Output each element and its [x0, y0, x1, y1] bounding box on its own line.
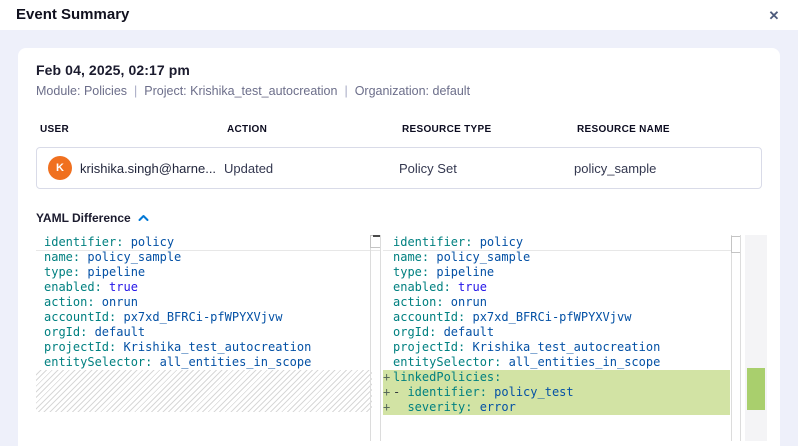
diff-line: identifier: policy	[383, 235, 730, 250]
meta-separator: |	[337, 84, 354, 98]
diff-pane-modified[interactable]: identifier: policyname: policy_sampletyp…	[383, 235, 741, 441]
diff-line: name: policy_sample	[383, 250, 730, 265]
diff-pane-original[interactable]: identifier: policyname: policy_sampletyp…	[36, 235, 381, 441]
modal-body: Feb 04, 2025, 02:17 pm Module: Policies|…	[0, 30, 798, 446]
diff-line: type: pipeline	[36, 265, 369, 280]
yaml-difference-label: YAML Difference	[36, 211, 131, 225]
diff-line-added: + severity: error	[383, 400, 730, 415]
resource-type-cell: Policy Set	[399, 161, 574, 176]
diff-overview-ruler[interactable]	[745, 235, 767, 441]
event-card: Feb 04, 2025, 02:17 pm Module: Policies|…	[18, 48, 780, 446]
diff-line: orgId: default	[36, 325, 369, 340]
diff-line: identifier: policy	[36, 235, 369, 250]
diff-original-code: identifier: policyname: policy_sampletyp…	[36, 235, 380, 370]
diff-modified-code: identifier: policyname: policy_sampletyp…	[383, 235, 740, 415]
resource-name-cell: policy_sample	[574, 161, 761, 176]
diff-plus-sign: +	[383, 370, 393, 385]
diff-line: name: policy_sample	[36, 250, 369, 265]
meta-module: Module: Policies	[36, 84, 127, 98]
yaml-diff-view: identifier: policyname: policy_sampletyp…	[36, 235, 762, 441]
diff-line: projectId: Krishika_test_autocreation	[36, 340, 369, 355]
meta-project: Project: Krishika_test_autocreation	[144, 84, 337, 98]
diff-plus-sign: +	[383, 400, 393, 415]
diff-line: projectId: Krishika_test_autocreation	[383, 340, 730, 355]
diff-divider-line	[383, 250, 740, 251]
scrollbar-track	[370, 235, 371, 441]
meta-separator: |	[127, 84, 144, 98]
diff-plus-sign: +	[383, 385, 393, 400]
diff-line: accountId: px7xd_BFRCi-pfWPYXVjvw	[383, 310, 730, 325]
diff-empty-placeholder	[36, 370, 372, 412]
yaml-difference-section-header: YAML Difference	[36, 211, 762, 225]
table-header: USER ACTION RESOURCE TYPE RESOURCE NAME	[36, 124, 762, 135]
diff-line: action: onrun	[36, 295, 369, 310]
scrollbar-shadow	[373, 235, 381, 237]
column-header-action: ACTION	[227, 124, 402, 135]
table-row[interactable]: K krishika.singh@harne... Updated Policy…	[36, 147, 762, 189]
chevron-up-icon[interactable]	[138, 214, 149, 222]
column-header-user: USER	[40, 124, 227, 135]
diff-line: enabled: true	[383, 280, 730, 295]
diff-line: orgId: default	[383, 325, 730, 340]
diff-line: accountId: px7xd_BFRCi-pfWPYXVjvw	[36, 310, 369, 325]
event-meta: Module: Policies|Project: Krishika_test_…	[36, 84, 762, 98]
user-email: krishika.singh@harne...	[80, 161, 216, 176]
column-header-resource-name: RESOURCE NAME	[577, 124, 762, 135]
meta-organization: Organization: default	[355, 84, 470, 98]
diff-divider-line	[36, 250, 380, 251]
scrollbar-track	[731, 235, 732, 441]
close-icon[interactable]: ✕	[764, 6, 784, 26]
avatar: K	[48, 156, 72, 180]
diff-inserted-chunk-marker	[747, 368, 765, 410]
diff-line: entitySelector: all_entities_in_scope	[36, 355, 369, 370]
modal-header: Event Summary ✕	[0, 0, 798, 30]
diff-line: action: onrun	[383, 295, 730, 310]
user-cell: K krishika.singh@harne...	[37, 156, 224, 180]
diff-line: enabled: true	[36, 280, 369, 295]
diff-line-added: +- identifier: policy_test	[383, 385, 730, 400]
diff-line-added: +linkedPolicies:	[383, 370, 730, 385]
event-timestamp: Feb 04, 2025, 02:17 pm	[36, 62, 762, 78]
diff-line: type: pipeline	[383, 265, 730, 280]
action-cell: Updated	[224, 161, 399, 176]
diff-line: entitySelector: all_entities_in_scope	[383, 355, 730, 370]
scrollbar-thumb[interactable]	[731, 236, 741, 253]
page-title: Event Summary	[16, 6, 129, 23]
column-header-resource-type: RESOURCE TYPE	[402, 124, 577, 135]
